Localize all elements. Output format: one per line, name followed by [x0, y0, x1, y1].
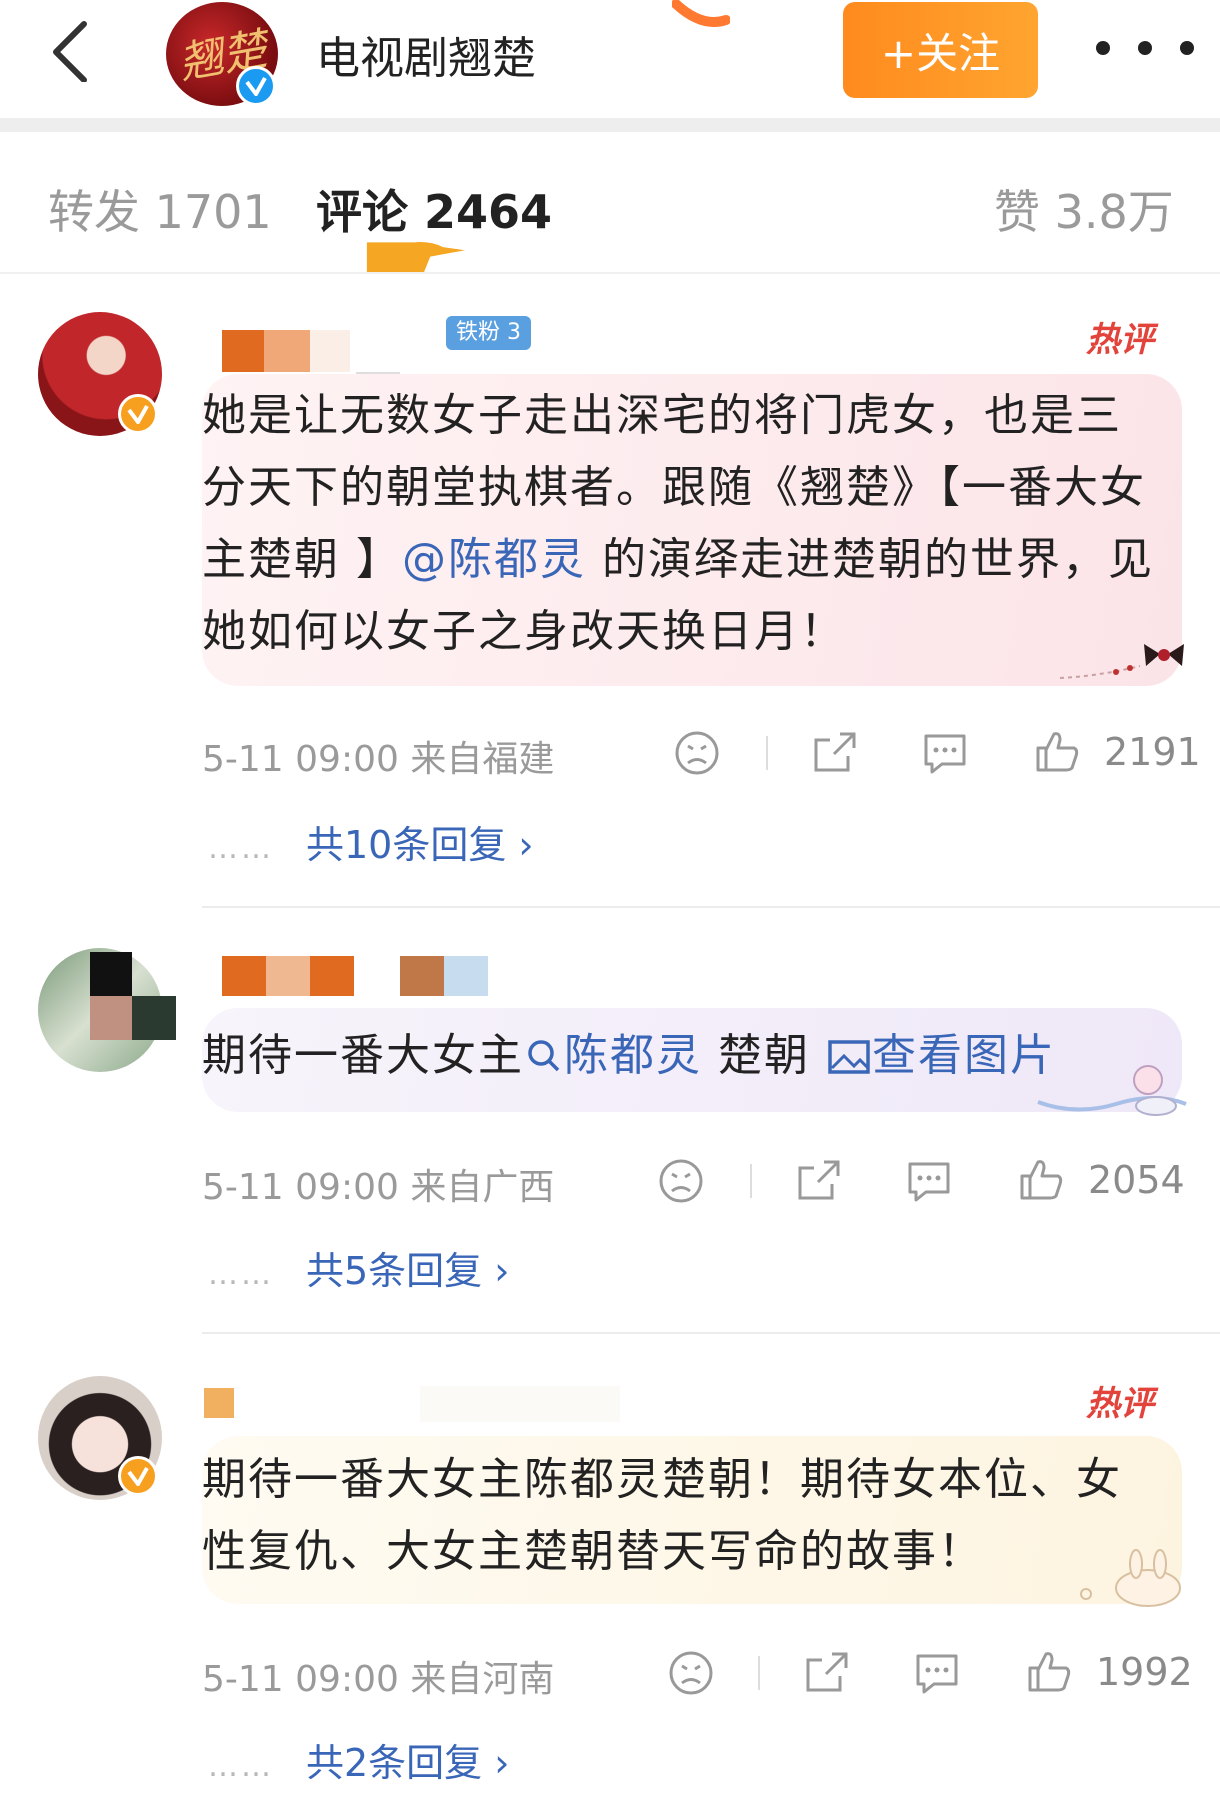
like-count: 2054: [1088, 1158, 1185, 1202]
dislike-face-icon[interactable]: [656, 1156, 706, 1206]
top-bar: 翘楚 电视剧翘楚 +关注: [0, 0, 1220, 122]
replies-link[interactable]: …… 共2条回复 ›: [208, 1732, 509, 1787]
comment-meta: 5-11 09:00 来自福建: [202, 739, 555, 780]
comment-text: 期待一番大女主 陈都灵 楚朝 查看图片: [202, 1020, 1162, 1092]
dislike-face-icon[interactable]: [666, 1648, 716, 1698]
replies-dots: ……: [208, 831, 274, 866]
active-tab-indicator: [366, 242, 466, 273]
mention-link[interactable]: @陈都灵: [402, 534, 586, 585]
comment-icon[interactable]: [904, 1156, 954, 1206]
follow-button[interactable]: +关注: [843, 2, 1038, 98]
replies-label[interactable]: 共5条回复 ›: [306, 1249, 509, 1293]
action-separator: [766, 736, 768, 770]
replies-dots: ……: [208, 1749, 274, 1784]
action-separator: [750, 1164, 752, 1198]
image-icon: [828, 1040, 870, 1074]
like-count: 1992: [1096, 1650, 1193, 1694]
comment-text: 期待一番大女主陈都灵楚朝！期待女本位、女性复仇、大女主楚朝替天写命的故事！: [202, 1454, 1122, 1577]
replies-link[interactable]: …… 共5条回复 ›: [208, 1240, 509, 1295]
verified-icon: [118, 394, 158, 434]
view-image-link[interactable]: 查看图片: [826, 1030, 1056, 1081]
mention-link[interactable]: 陈都灵: [524, 1030, 702, 1081]
back-arrow-icon[interactable]: [44, 18, 104, 82]
more-icon[interactable]: [1093, 38, 1203, 58]
thumbs-up-icon[interactable]: [1024, 1646, 1074, 1696]
replies-dots: ……: [208, 1257, 274, 1292]
comment-text-part: 期待一番大女主: [202, 1030, 524, 1081]
share-icon[interactable]: [794, 1156, 844, 1206]
comment-meta: 5-11 09:00 来自河南: [202, 1659, 555, 1700]
comment-divider: [202, 906, 1220, 908]
replies-link[interactable]: …… 共10条回复 ›: [208, 814, 534, 869]
bubble-decoration-ribbon: [1037, 1065, 1187, 1116]
like-count: 2191: [1104, 730, 1201, 774]
header-divider: [0, 118, 1220, 132]
tab-bar: 转发 1701 评论 2464 赞 3.8万: [0, 132, 1220, 272]
tab-reposts[interactable]: 转发 1701: [48, 176, 272, 242]
bubble-decoration-bow: [1060, 644, 1184, 679]
hot-comment-tag: 热评: [1086, 1384, 1154, 1424]
decorative-swash: [672, 0, 730, 27]
tab-comments[interactable]: 评论 2464: [316, 176, 552, 242]
comment-icon[interactable]: [920, 728, 970, 778]
comment-text: 她是让无数女子走出深宅的将门虎女，也是三分天下的朝堂执棋者。跟随《翘楚》【一番大…: [202, 380, 1162, 668]
mention-text[interactable]: 陈都灵: [564, 1030, 702, 1081]
account-name[interactable]: 电视剧翘楚: [316, 22, 536, 86]
share-icon[interactable]: [810, 728, 860, 778]
fan-badge: 铁粉 3: [446, 316, 531, 350]
comment-divider: [202, 1332, 1220, 1334]
tabs-divider: [0, 272, 1220, 274]
replies-label[interactable]: 共10条回复 ›: [306, 823, 534, 867]
comment-icon[interactable]: [912, 1648, 962, 1698]
tab-likes[interactable]: 赞 3.8万: [994, 176, 1174, 242]
verified-icon: [118, 1456, 158, 1496]
thumbs-up-icon[interactable]: [1032, 726, 1082, 776]
replies-label[interactable]: 共2条回复 ›: [306, 1741, 509, 1785]
action-separator: [758, 1656, 760, 1690]
comment-text-part: 楚朝: [702, 1030, 826, 1081]
search-icon: [528, 1040, 560, 1072]
comment-meta: 5-11 09:00 来自广西: [202, 1167, 555, 1208]
hot-comment-tag: 热评: [1086, 320, 1154, 360]
verified-icon: [236, 66, 276, 106]
dislike-face-icon[interactable]: [672, 728, 722, 778]
bubble-decoration-bunny: [1080, 1549, 1181, 1607]
share-icon[interactable]: [802, 1648, 852, 1698]
thumbs-up-icon[interactable]: [1016, 1154, 1066, 1204]
view-image-text[interactable]: 查看图片: [872, 1030, 1056, 1081]
